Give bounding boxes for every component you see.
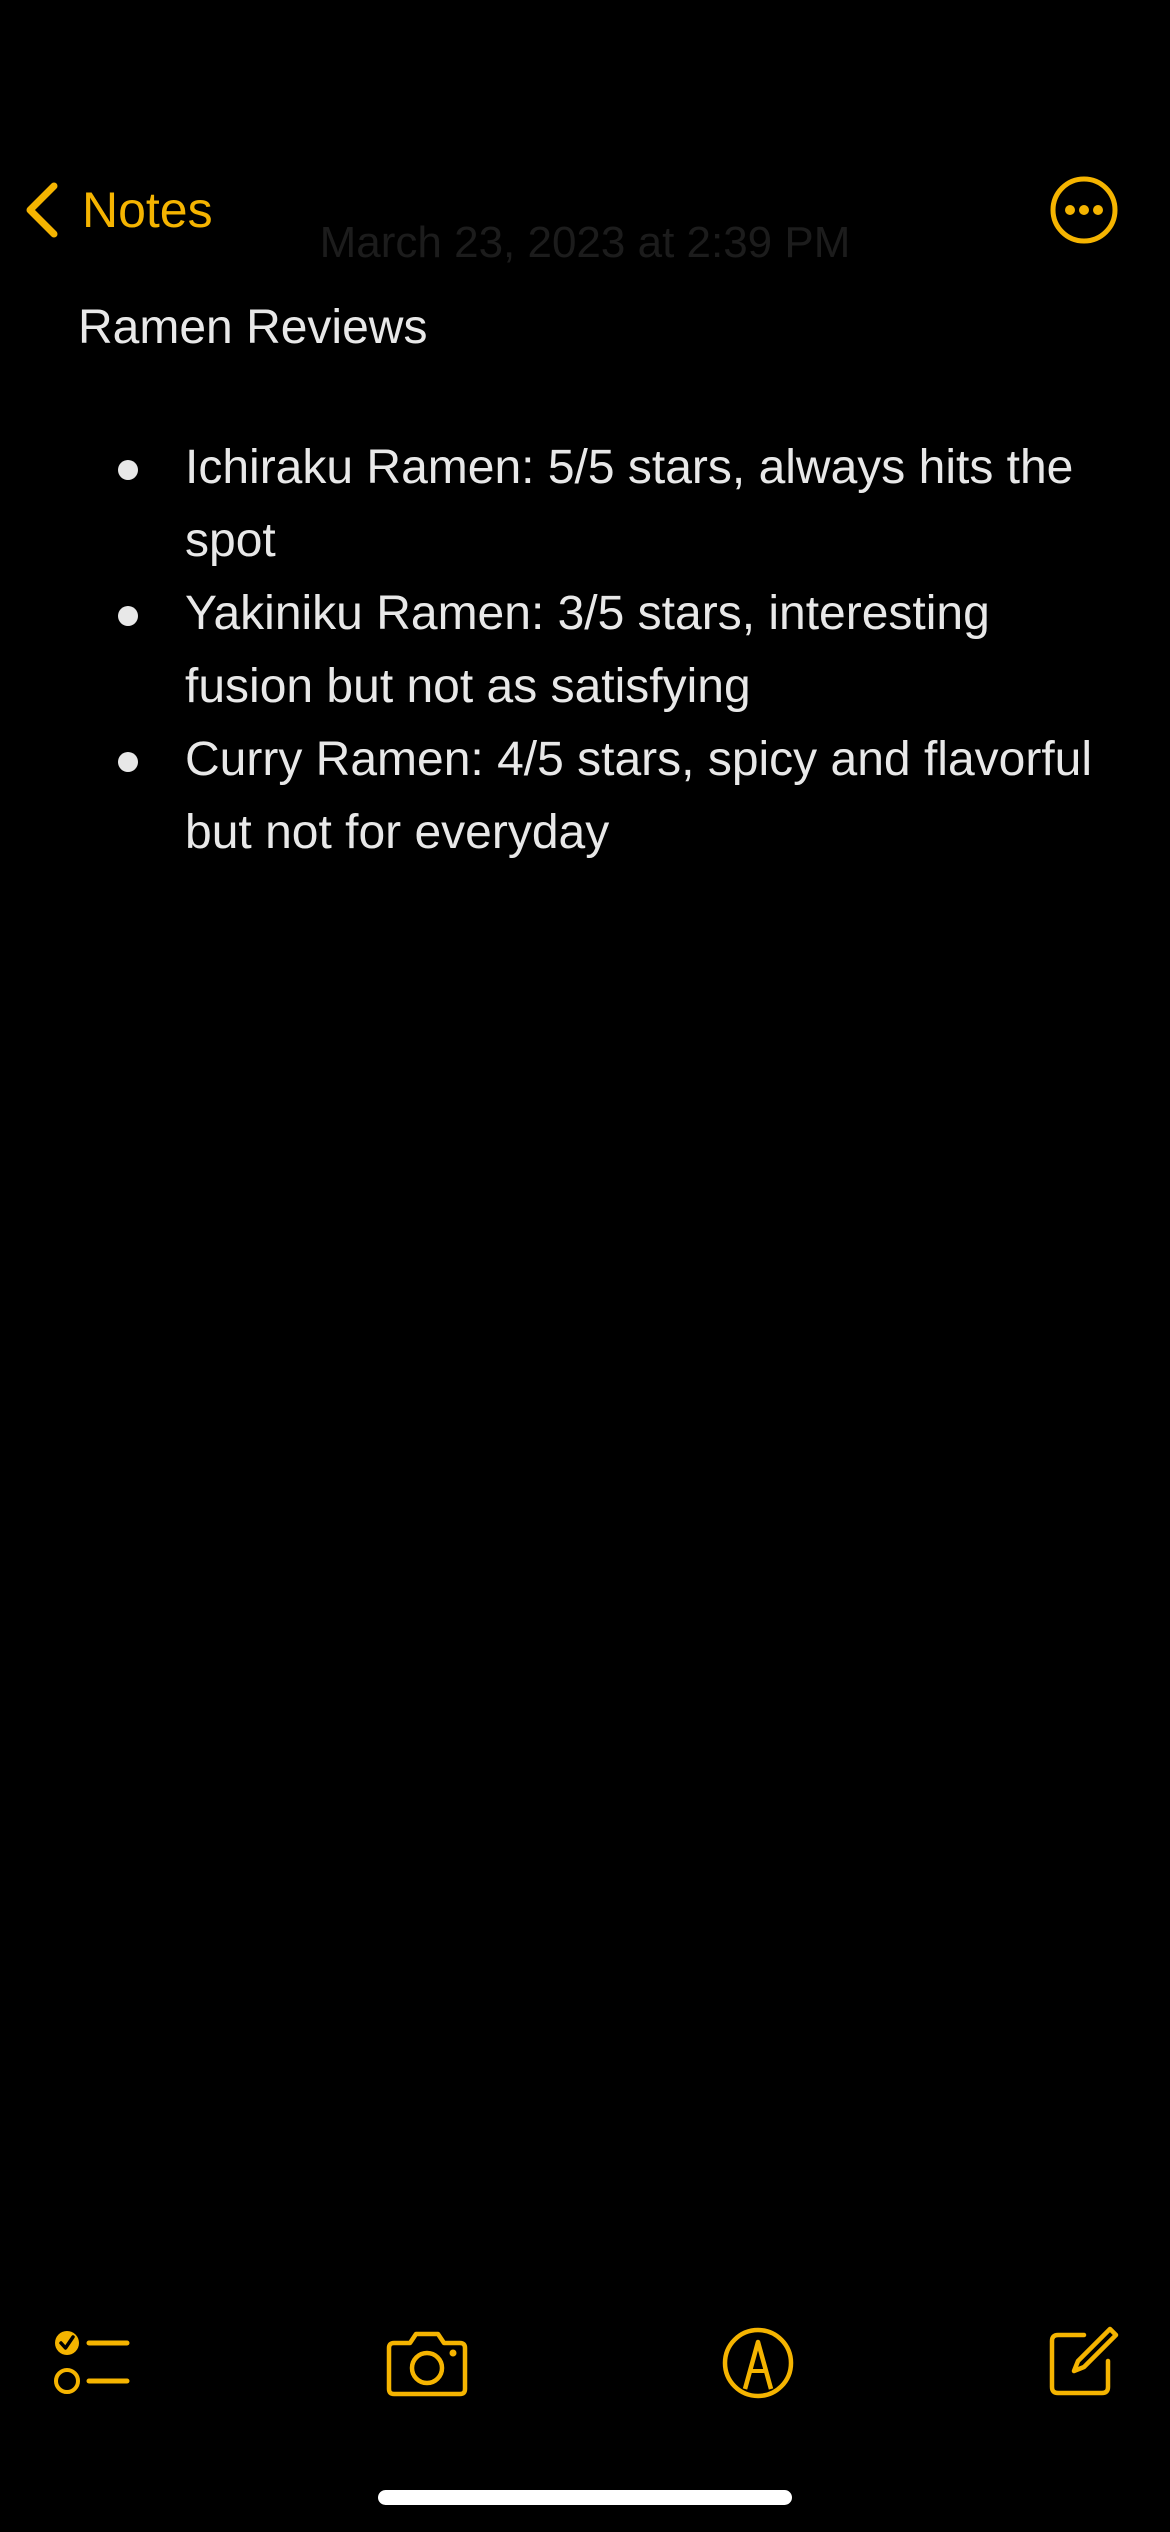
camera-icon — [384, 2327, 470, 2404]
list-item-text: Yakiniku Ramen: 3/5 stars, interesting f… — [185, 587, 990, 713]
list-item-text: Ichiraku Ramen: 5/5 stars, always hits t… — [185, 441, 1074, 567]
bullet-icon — [118, 752, 138, 772]
bottom-toolbar — [0, 2310, 1170, 2420]
list-item: Yakiniku Ramen: 3/5 stars, interesting f… — [78, 577, 1098, 723]
markup-button[interactable] — [703, 2310, 813, 2420]
note-body[interactable]: Ramen Reviews Ichiraku Ramen: 5/5 stars,… — [78, 295, 1098, 869]
bullet-list: Ichiraku Ramen: 5/5 stars, always hits t… — [78, 431, 1098, 869]
list-item: Curry Ramen: 4/5 stars, spicy and flavor… — [78, 723, 1098, 869]
camera-button[interactable] — [372, 2310, 482, 2420]
note-date: March 23, 2023 at 2:39 PM — [319, 218, 851, 267]
bullet-icon — [118, 606, 138, 626]
list-item-text: Curry Ramen: 4/5 stars, spicy and flavor… — [185, 733, 1093, 859]
home-indicator[interactable] — [378, 2490, 792, 2505]
note-title: Ramen Reviews — [78, 301, 428, 354]
list-item: Ichiraku Ramen: 5/5 stars, always hits t… — [78, 431, 1098, 577]
checklist-button[interactable] — [38, 2310, 148, 2420]
compose-icon — [1044, 2325, 1120, 2406]
markup-pen-icon — [720, 2325, 796, 2406]
compose-button[interactable] — [1027, 2310, 1137, 2420]
checklist-icon — [53, 2323, 133, 2408]
bullet-icon — [118, 460, 138, 480]
